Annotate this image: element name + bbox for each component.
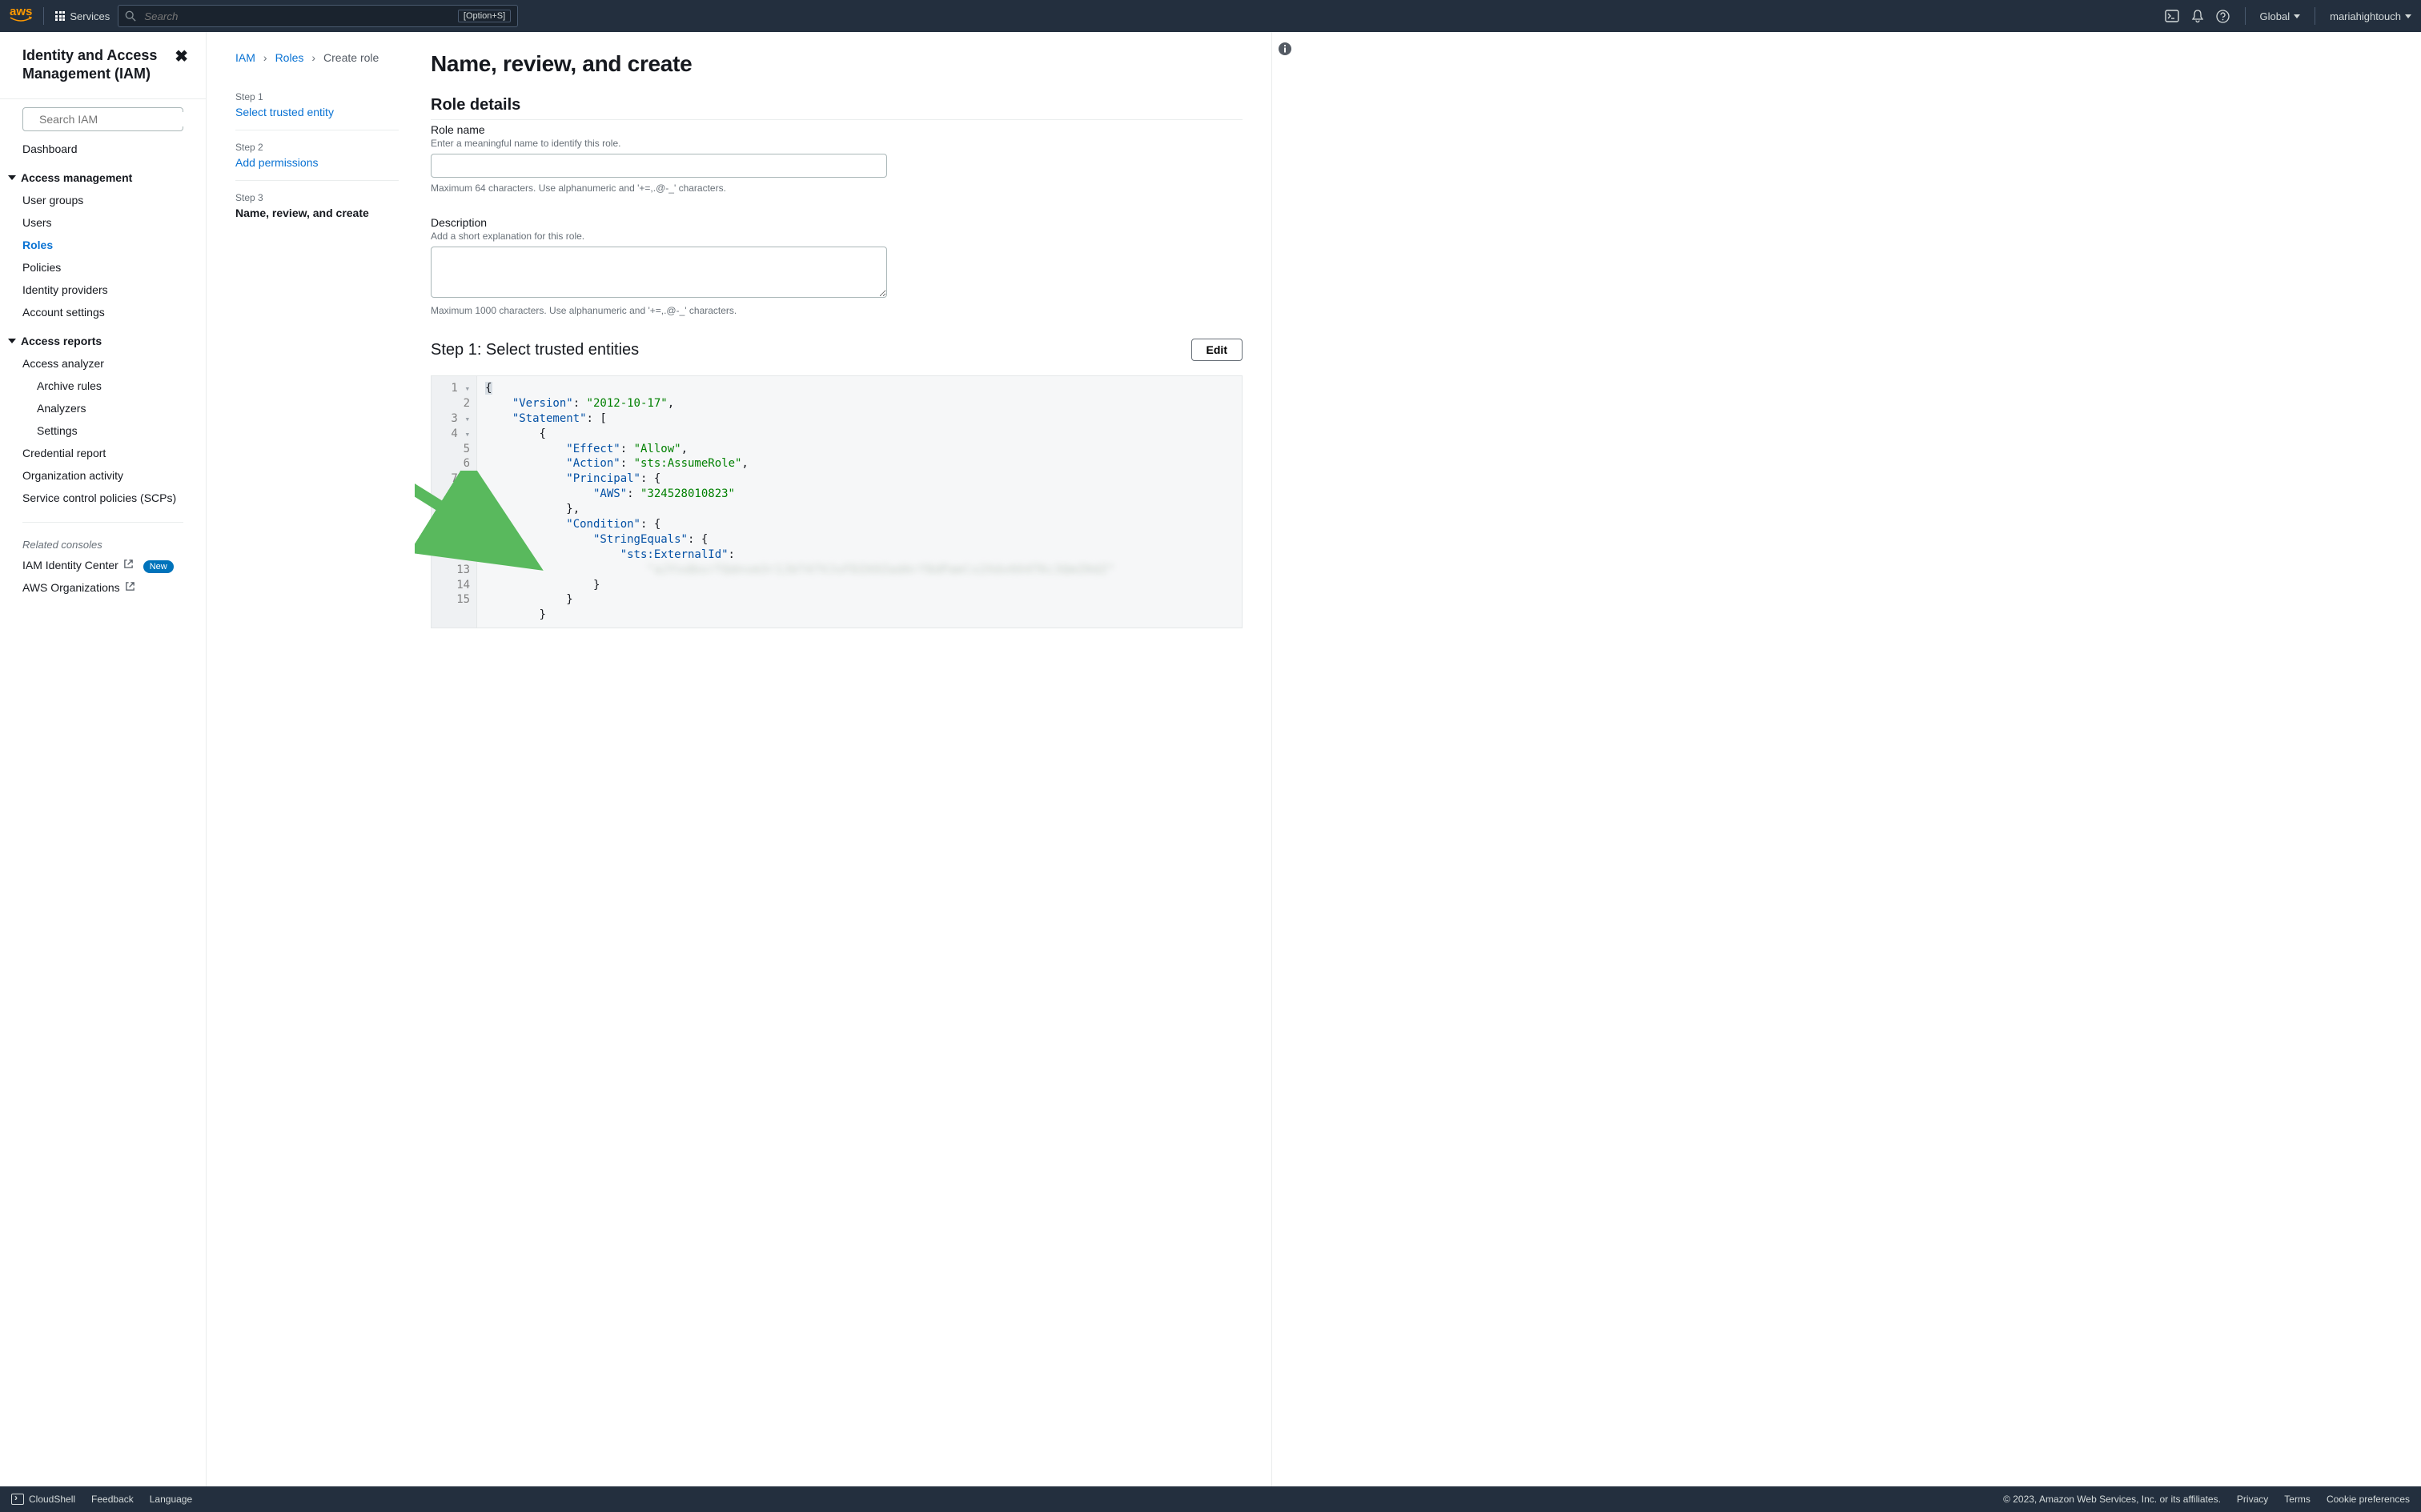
caret-down-icon bbox=[2294, 14, 2300, 18]
account-menu[interactable]: mariahightouch bbox=[2330, 10, 2411, 22]
step-title-link[interactable]: Select trusted entity bbox=[235, 106, 334, 118]
step1-review-heading: Step 1: Select trusted entities bbox=[431, 341, 639, 359]
breadcrumb-roles[interactable]: Roles bbox=[275, 51, 304, 64]
chevron-right-icon: › bbox=[311, 51, 315, 64]
sidebar-item-identity-providers[interactable]: Identity providers bbox=[22, 283, 108, 296]
wizard-step-3: Step 3 Name, review, and create bbox=[235, 181, 399, 231]
region-selector[interactable]: Global bbox=[2260, 10, 2301, 22]
sidebar-item-organization-activity[interactable]: Organization activity bbox=[22, 469, 123, 482]
redacted-external-id: "aJYxdbsrTQdnsm3r1JbT47VJsFDZA9ZadArf8dP… bbox=[647, 563, 1115, 576]
breadcrumb-iam[interactable]: IAM bbox=[235, 51, 255, 64]
sidebar-group-access-management[interactable]: Access management bbox=[0, 160, 206, 189]
search-icon bbox=[125, 10, 136, 22]
sidebar-item-scps[interactable]: Service control policies (SCPs) bbox=[22, 491, 176, 504]
wizard-step-2[interactable]: Step 2 Add permissions bbox=[235, 130, 399, 181]
sidebar-item-dashboard[interactable]: Dashboard bbox=[22, 142, 78, 155]
page-title: Name, review, and create bbox=[431, 51, 1243, 77]
iam-sidebar: Identity and Access Management (IAM) ✖ D… bbox=[0, 32, 207, 1486]
global-search[interactable]: [Option+S] bbox=[118, 5, 518, 27]
cloudshell-icon bbox=[11, 1494, 24, 1505]
code-gutter: 1 ▾ 2 3 ▾ 4 ▾ 5 6 7 ▾ 8 9 10 ▾ 11 ▾ 12 1… bbox=[432, 376, 477, 628]
console-footer: CloudShell Feedback Language © 2023, Ama… bbox=[0, 1486, 2421, 1512]
chevron-right-icon: › bbox=[263, 51, 267, 64]
code-body[interactable]: { "Version": "2012-10-17", "Statement": … bbox=[477, 376, 1242, 628]
footer-privacy[interactable]: Privacy bbox=[2237, 1494, 2268, 1505]
description-hint: Add a short explanation for this role. bbox=[431, 231, 1243, 242]
role-name-label: Role name bbox=[431, 123, 1243, 136]
sidebar-item-policies[interactable]: Policies bbox=[22, 261, 61, 274]
footer-cookie-prefs[interactable]: Cookie preferences bbox=[2327, 1494, 2410, 1505]
description-input[interactable] bbox=[431, 247, 887, 298]
external-link-icon bbox=[125, 581, 135, 592]
sidebar-item-roles[interactable]: Roles bbox=[22, 239, 53, 251]
info-panel-toggle[interactable] bbox=[1271, 32, 1297, 1486]
step-title-current: Name, review, and create bbox=[235, 207, 399, 219]
caret-down-icon bbox=[2405, 14, 2411, 18]
sidebar-item-analyzers[interactable]: Analyzers bbox=[37, 402, 86, 415]
info-icon bbox=[1278, 42, 1292, 56]
role-name-hint: Enter a meaningful name to identify this… bbox=[431, 138, 1243, 149]
sidebar-item-user-groups[interactable]: User groups bbox=[22, 194, 83, 207]
sidebar-title: Identity and Access Management (IAM) bbox=[22, 46, 175, 84]
description-label: Description bbox=[431, 216, 1243, 229]
help-icon[interactable] bbox=[2216, 9, 2230, 23]
step-number: Step 1 bbox=[235, 91, 399, 102]
caret-down-icon bbox=[8, 175, 16, 180]
grid-icon bbox=[55, 11, 65, 21]
services-menu[interactable]: Services bbox=[55, 10, 110, 22]
caret-down-icon bbox=[8, 339, 16, 343]
sidebar-item-iam-identity-center[interactable]: IAM Identity Center bbox=[22, 559, 134, 572]
sidebar-item-account-settings[interactable]: Account settings bbox=[22, 306, 105, 319]
sidebar-search-input[interactable] bbox=[38, 112, 186, 126]
global-search-input[interactable] bbox=[143, 10, 452, 23]
sidebar-group-access-reports[interactable]: Access reports bbox=[0, 323, 206, 352]
nav-separator bbox=[43, 7, 44, 25]
step-number: Step 3 bbox=[235, 192, 399, 203]
description-constraint: Maximum 1000 characters. Use alphanumeri… bbox=[431, 305, 1243, 316]
new-badge: New bbox=[143, 560, 174, 573]
footer-feedback[interactable]: Feedback bbox=[91, 1494, 134, 1505]
trust-policy-editor: 1 ▾ 2 3 ▾ 4 ▾ 5 6 7 ▾ 8 9 10 ▾ 11 ▾ 12 1… bbox=[431, 375, 1243, 628]
field-role-name: Role name Enter a meaningful name to ide… bbox=[431, 123, 1243, 194]
breadcrumb: IAM › Roles › Create role bbox=[235, 51, 399, 80]
account-label: mariahightouch bbox=[2330, 10, 2401, 22]
nav-separator bbox=[2245, 7, 2246, 25]
aws-logo[interactable]: aws bbox=[10, 8, 32, 25]
footer-cloudshell[interactable]: CloudShell bbox=[11, 1494, 75, 1505]
footer-copyright: © 2023, Amazon Web Services, Inc. or its… bbox=[2003, 1494, 2221, 1505]
region-label: Global bbox=[2260, 10, 2291, 22]
sidebar-related-heading: Related consoles bbox=[0, 535, 206, 554]
role-details-heading: Role details bbox=[431, 96, 1243, 120]
sidebar-item-users[interactable]: Users bbox=[22, 216, 52, 229]
role-name-input[interactable] bbox=[431, 154, 887, 178]
sidebar-item-credential-report[interactable]: Credential report bbox=[22, 447, 106, 459]
sidebar-item-aws-organizations[interactable]: AWS Organizations bbox=[22, 581, 135, 594]
step-title-link[interactable]: Add permissions bbox=[235, 156, 319, 169]
notifications-icon[interactable] bbox=[2190, 9, 2205, 23]
footer-language[interactable]: Language bbox=[150, 1494, 192, 1505]
role-name-constraint: Maximum 64 characters. Use alphanumeric … bbox=[431, 182, 1243, 194]
footer-terms[interactable]: Terms bbox=[2284, 1494, 2311, 1505]
field-description: Description Add a short explanation for … bbox=[431, 216, 1243, 316]
main-content: Name, review, and create Role details Ro… bbox=[415, 32, 1271, 1486]
sidebar-search[interactable] bbox=[22, 107, 183, 131]
edit-button[interactable]: Edit bbox=[1191, 339, 1243, 361]
wizard-steps: IAM › Roles › Create role Step 1 Select … bbox=[207, 32, 415, 1486]
search-shortcut-hint: [Option+S] bbox=[458, 10, 511, 22]
wizard-step-1[interactable]: Step 1 Select trusted entity bbox=[235, 80, 399, 130]
cloudshell-icon[interactable] bbox=[2165, 9, 2179, 23]
external-link-icon bbox=[123, 559, 134, 569]
sidebar-item-access-analyzer[interactable]: Access analyzer bbox=[22, 357, 104, 370]
step-number: Step 2 bbox=[235, 142, 399, 153]
top-nav: aws Services [Option+S] Global mariahigh… bbox=[0, 0, 2421, 32]
services-label: Services bbox=[70, 10, 110, 22]
sidebar-item-archive-rules[interactable]: Archive rules bbox=[37, 379, 102, 392]
sidebar-close-icon[interactable]: ✖ bbox=[175, 46, 188, 66]
sidebar-item-settings[interactable]: Settings bbox=[37, 424, 78, 437]
breadcrumb-current: Create role bbox=[323, 51, 379, 64]
